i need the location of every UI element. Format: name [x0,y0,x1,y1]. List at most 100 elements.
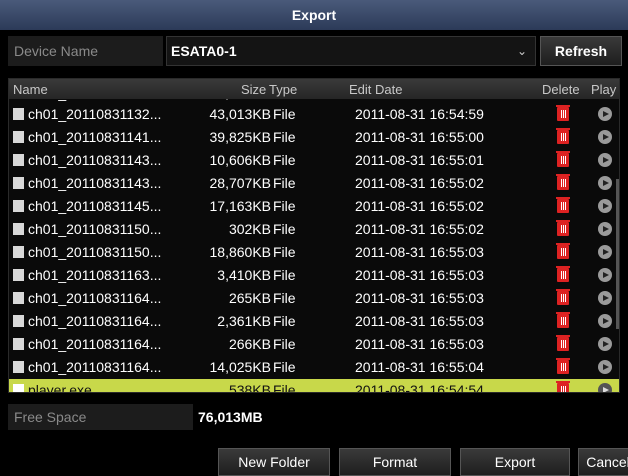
file-type: File [273,106,296,122]
trash-icon[interactable] [556,128,570,144]
play-icon[interactable] [598,268,612,282]
cancel-button[interactable]: Cancel [578,448,628,476]
file-name-text: ch01_20110831164... [28,313,162,329]
trash-icon[interactable] [556,358,570,374]
file-name: ch01_20110831143... [13,175,185,191]
file-name-text: player.exe [28,382,92,393]
file-size: 302KB [228,221,271,237]
chevron-down-icon: ⌄ [516,44,527,58]
format-button[interactable]: Format [339,448,451,476]
file-name-text: ch01_20110831143... [28,152,162,168]
trash-icon[interactable] [556,243,570,259]
trash-icon[interactable] [556,289,570,305]
col-size[interactable]: Size [241,82,266,97]
trash-icon[interactable] [556,197,570,213]
file-type: File [273,221,296,237]
file-name-text: ch01_20110831164... [28,290,162,306]
table-row[interactable]: ch01_20110831164... 2,361KB File 2011-08-31… [9,310,619,333]
file-icon [13,384,24,392]
play-icon[interactable] [598,337,612,351]
file-icon [13,223,24,235]
play-icon[interactable] [598,291,612,305]
file-size: 10,606KB [209,152,272,168]
file-size: 538KB [228,382,271,393]
export-button[interactable]: Export [460,448,570,476]
play-icon[interactable] [598,360,612,374]
play-icon[interactable] [598,222,612,236]
col-type[interactable]: Type [269,82,297,97]
refresh-button[interactable]: Refresh [540,36,622,66]
play-icon[interactable] [598,245,612,259]
file-name-text: ch01_20110831143... [28,175,162,191]
col-edit-date[interactable]: Edit Date [349,82,402,97]
trash-icon[interactable] [556,174,570,190]
play-icon[interactable] [598,107,612,121]
file-size: 3,410KB [217,267,271,283]
trash-icon[interactable] [556,312,570,328]
trash-icon[interactable] [556,266,570,282]
file-type: File [273,175,296,191]
file-edit-date: 2011-08-31 16:55:01 [355,152,484,168]
table-row[interactable]: ch01_20110831143... 10,606KB File 2011-08-3… [9,149,619,172]
file-size: 39,825KB [209,129,272,145]
file-icon [13,315,24,327]
trash-icon[interactable] [556,105,570,121]
play-icon[interactable] [598,199,612,213]
file-size: 17,163KB [209,198,272,214]
table-row[interactable]: ch01_20110831141... 39,825KB File 2011-08-3… [9,126,619,149]
file-edit-date: 2011-08-31 16:55:03 [355,290,484,306]
table-row[interactable]: ch01_20110831132... 43,013KB File 2011-08-3… [9,103,619,126]
trash-icon[interactable] [556,381,570,392]
file-size: 14,025KB [209,359,272,375]
play-icon[interactable] [598,130,612,144]
file-size: 18,860KB [209,244,272,260]
file-edit-date: 2011-08-31 16:54:54 [355,382,484,393]
file-icon [13,108,24,120]
file-name: ch01_20110831164... [13,359,185,375]
file-name-text: ch01_20110831150... [28,221,162,237]
file-edit-date: 2011-08-31 16:55:00 [355,129,484,145]
table-row[interactable]: ch01_20110831150... 302KB File 2011-08-31 1… [9,218,619,241]
trash-icon[interactable] [556,220,570,236]
new-folder-button[interactable]: New Folder [218,448,330,476]
file-name-text: ch01_20110831163... [28,267,162,283]
play-icon[interactable] [598,383,612,392]
device-name-select[interactable]: ESATA0-1 ⌄ [166,36,536,66]
free-space-label: Free Space [8,404,193,430]
play-icon[interactable] [598,176,612,190]
file-name-text: ch01_20110831164... [28,359,162,375]
table-row[interactable]: ch01_20110831164... 265KB File 2011-08-31 1… [9,287,619,310]
free-space-value: 76,013MB [198,409,263,425]
table-row[interactable]: ch01_20110831164... 266KB File 2011-08-31 1… [9,333,619,356]
file-edit-date: 2011-08-31 16:55:04 [355,359,484,375]
file-icon [13,177,24,189]
trash-icon[interactable] [556,151,570,167]
file-type: File [273,198,296,214]
file-type: File [273,244,296,260]
table-row[interactable]: ch01_20110831145... 17,163KB File 2011-08-3… [9,195,619,218]
file-edit-date: 2011-08-31 16:55:03 [355,244,484,260]
table-row[interactable]: ch01_20110831163... 3,410KB File 2011-08-31… [9,264,619,287]
window-title: Export [0,0,628,30]
col-play: Play [591,82,617,97]
file-icon [13,200,24,212]
scrollbar[interactable] [616,179,619,329]
table-row[interactable]: ch01_20110831143... 28,707KB File 2011-08-3… [9,172,619,195]
table-row[interactable]: ch01_20110831164... 14,025KB File 2011-08-3… [9,356,619,379]
device-name-label: Device Name [8,36,163,66]
file-name: ch01_20110831150... [13,244,185,260]
play-icon[interactable] [598,153,612,167]
play-icon[interactable] [598,314,612,328]
file-type: File [273,359,296,375]
table-row[interactable]: player.exe 538KB File 2011-08-31 16:54:54 [9,379,619,393]
file-name: ch01_20110831132... [13,106,185,122]
file-rows: ch01_20110831130...19,095KBFile2011-08-3… [9,93,619,393]
file-type: File [273,313,296,329]
file-name-text: ch01_20110831164... [28,336,162,352]
trash-icon[interactable] [556,335,570,351]
table-row[interactable]: ch01_20110831150... 18,860KB File 2011-08-3… [9,241,619,264]
col-name[interactable]: Name [13,82,48,97]
file-size: 28,707KB [209,175,272,191]
file-size: 2,361KB [217,313,271,329]
file-name: ch01_20110831163... [13,267,185,283]
